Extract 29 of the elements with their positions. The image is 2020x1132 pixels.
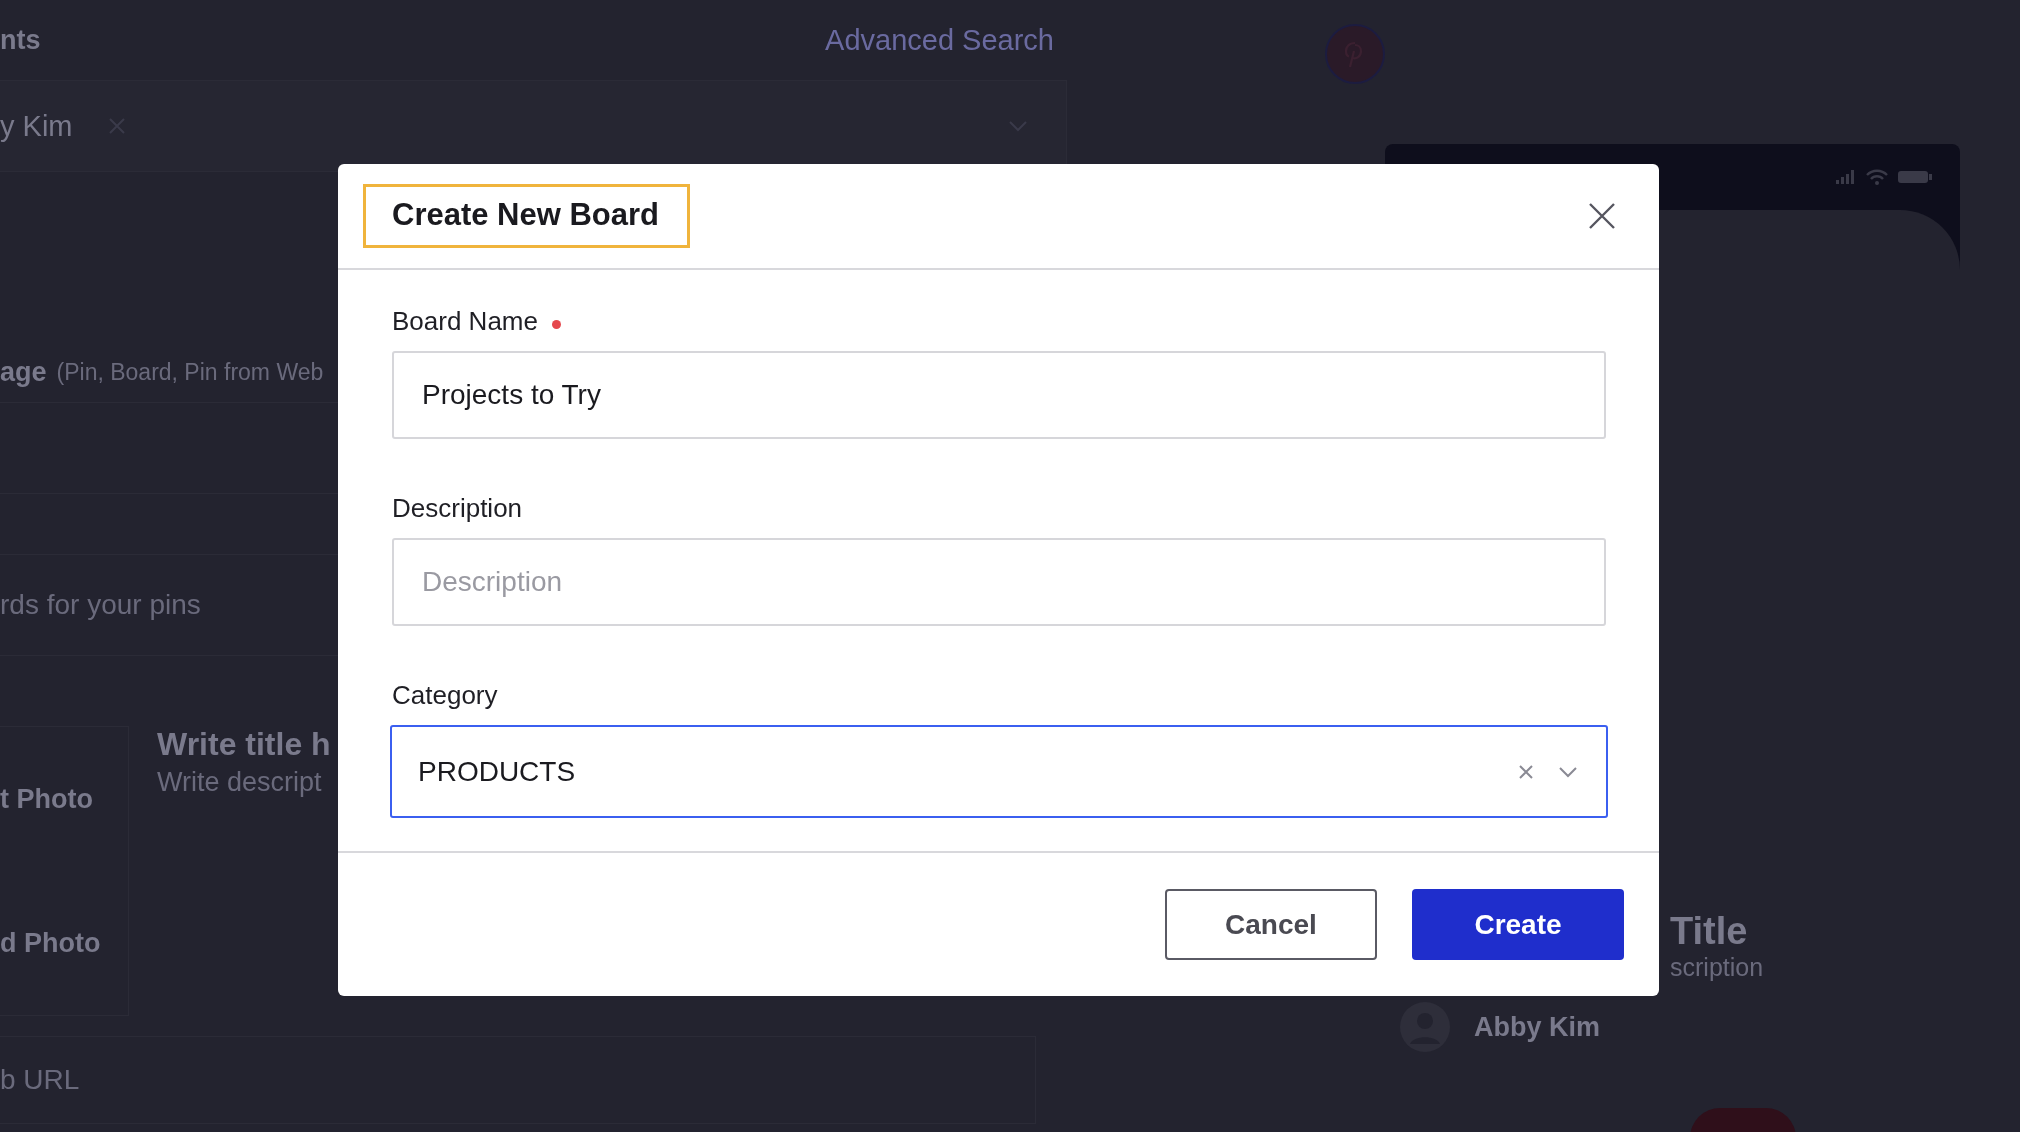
- photo-option[interactable]: t Photo: [0, 783, 128, 815]
- preview-title: Title: [1670, 910, 1748, 953]
- text-input-field[interactable]: Description: [392, 538, 1606, 626]
- advanced-search-link[interactable]: Advanced Search: [825, 23, 1054, 57]
- page-type-hint: (Pin, Board, Pin from Web: [56, 358, 324, 386]
- field-label: Description: [392, 493, 523, 524]
- clear-icon[interactable]: [1518, 763, 1534, 780]
- dialog-button[interactable]: Cancel: [1165, 889, 1377, 960]
- section-label: nts: [0, 24, 41, 56]
- field-label: Board Name: [392, 306, 538, 337]
- pin-description-field[interactable]: Write descript: [157, 767, 331, 798]
- web-url-field[interactable]: b URL: [0, 1036, 1036, 1124]
- text-input-field[interactable]: Projects to Try: [392, 351, 1606, 439]
- battery-icon: [1898, 170, 1932, 184]
- dialog-title: Create New Board: [363, 184, 691, 248]
- close-icon[interactable]: [1587, 201, 1617, 231]
- signal-icon: [1836, 170, 1856, 184]
- field-label: Category: [392, 680, 498, 711]
- chevron-down-icon[interactable]: [1558, 765, 1578, 778]
- pin-title-field[interactable]: Write title h: [157, 726, 331, 763]
- wifi-icon: [1866, 169, 1888, 185]
- dialog-button[interactable]: Create: [1412, 889, 1624, 960]
- page-type-label: age: [0, 356, 47, 388]
- category-select[interactable]: PRODUCTS: [390, 725, 1608, 818]
- photo-option[interactable]: d Photo: [0, 927, 128, 959]
- account-name: y Kim: [0, 109, 73, 143]
- author-name: Abby Kim: [1474, 1011, 1600, 1043]
- preview-description: scription: [1670, 953, 1764, 982]
- required-dot-icon: [551, 320, 561, 329]
